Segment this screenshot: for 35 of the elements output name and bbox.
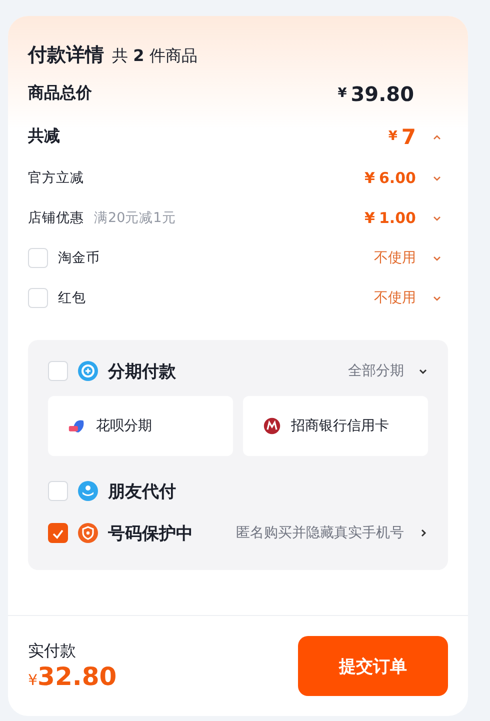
installment-plan-button[interactable]: 花呗分期 (48, 396, 233, 456)
discount-amount: 7 (401, 124, 416, 148)
option-label: 分期付款 (108, 360, 176, 382)
row-label: 商品总价 (28, 83, 92, 104)
currency-symbol: ¥ (364, 209, 375, 227)
row-label: 共减 (28, 126, 60, 147)
item-count: 共 2 件商品 (112, 46, 198, 67)
discount-amount: 6.00 (378, 169, 416, 187)
price-amount: 39.80 (350, 82, 414, 106)
checkbox[interactable] (48, 523, 68, 543)
option-value[interactable]: 不使用 (374, 289, 416, 307)
row-label: 店铺优惠 (28, 209, 84, 227)
bank-logo-icon (263, 417, 281, 435)
installment-plan-button[interactable]: 招商银行信用卡 (243, 396, 428, 456)
promo-note: 满20元减1元 (94, 209, 176, 227)
currency-symbol: ¥ (338, 86, 347, 101)
phone-shield-icon (78, 523, 98, 543)
hand-icon (78, 481, 98, 501)
discount-amount: 1.00 (378, 209, 416, 227)
currency-symbol: ¥ (388, 129, 398, 144)
row-label: 官方立减 (28, 169, 84, 187)
submit-order-button[interactable]: 提交订单 (298, 636, 448, 696)
row-label: 淘金币 (58, 249, 100, 267)
row-label: 红包 (58, 289, 86, 307)
currency-symbol: ¥ (28, 671, 38, 689)
section-title: 付款详情 (28, 43, 104, 68)
option-description[interactable]: 匿名购买并隐藏真实手机号 (236, 524, 404, 542)
installment-icon (78, 361, 98, 381)
option-label: 朋友代付 (108, 480, 176, 502)
installment-selector[interactable]: 全部分期 (348, 362, 404, 380)
total-label: 实付款 (28, 641, 77, 662)
option-value[interactable]: 不使用 (374, 249, 416, 267)
option-label: 号码保护中 (108, 522, 193, 544)
payment-amount: 32.80 (38, 662, 117, 691)
currency-symbol: ¥ (364, 169, 375, 187)
